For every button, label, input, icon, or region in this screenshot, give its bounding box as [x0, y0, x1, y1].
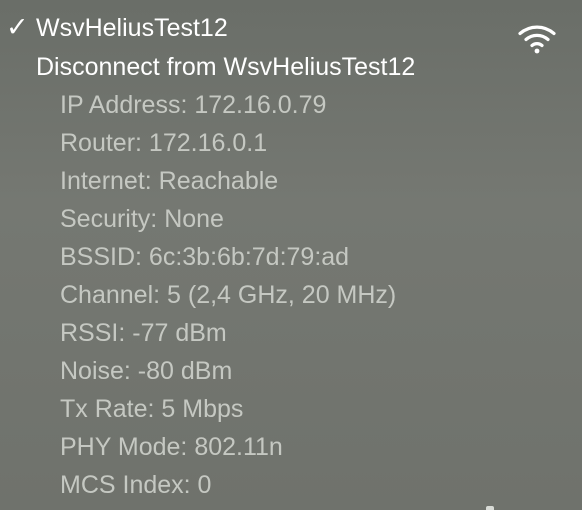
menu-edge-mark [486, 506, 494, 510]
wifi-network-menu: ✓ WsvHeliusTest12 Disconnect from WsvHel… [0, 0, 582, 510]
noise-detail: Noise: -80 dBm [60, 357, 233, 385]
channel-detail: Channel: 5 (2,4 GHz, 20 MHz) [60, 281, 397, 309]
tx-rate-detail: Tx Rate: 5 Mbps [60, 395, 244, 423]
internet-status-detail: Internet: Reachable [60, 167, 279, 195]
network-name: WsvHeliusTest12 [36, 14, 228, 42]
phy-mode-detail: PHY Mode: 802.11n [60, 433, 283, 461]
checkmark-icon: ✓ [6, 12, 29, 42]
disconnect-menu-item[interactable]: Disconnect from WsvHeliusTest12 [36, 49, 415, 85]
current-network-item[interactable]: ✓ WsvHeliusTest12 [0, 10, 582, 54]
bssid-detail: BSSID: 6c:3b:6b:7d:79:ad [60, 243, 350, 271]
mcs-index-detail: MCS Index: 0 [60, 471, 212, 499]
ip-address-detail: IP Address: 172.16.0.79 [60, 91, 327, 119]
security-detail: Security: None [60, 205, 224, 233]
network-details-list: IP Address: 172.16.0.79 Router: 172.16.0… [60, 86, 396, 504]
rssi-detail: RSSI: -77 dBm [60, 319, 227, 347]
wifi-icon [518, 25, 556, 54]
router-detail: Router: 172.16.0.1 [60, 129, 268, 157]
